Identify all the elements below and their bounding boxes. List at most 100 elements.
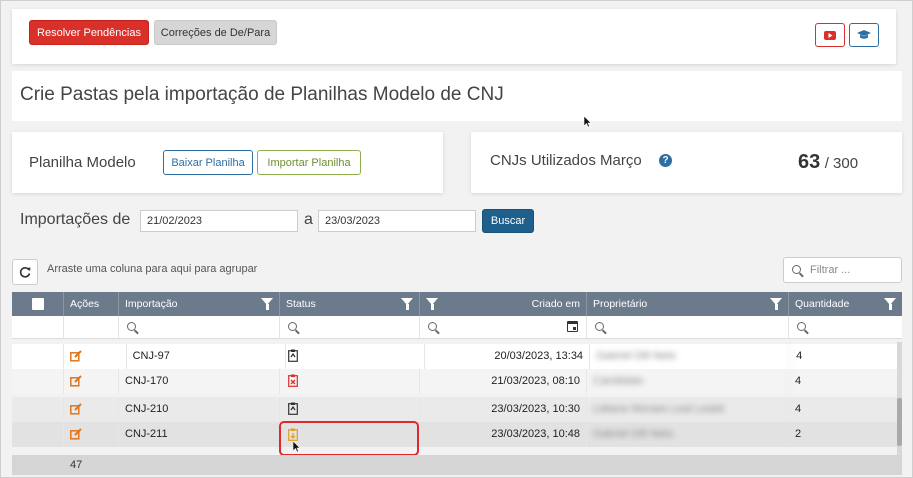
row-select-cell[interactable] (12, 422, 64, 447)
search-icon (792, 265, 801, 274)
search-icon (595, 322, 604, 331)
column-label-proprietario: Proprietário (593, 298, 648, 310)
filter-cell-status[interactable] (280, 316, 420, 339)
youtube-icon (824, 30, 836, 40)
filter-cell-proprietario[interactable] (587, 316, 789, 339)
status-clipboard-icon[interactable] (288, 402, 298, 415)
importacao-cell: CNJ-170 (119, 369, 280, 394)
status-error-icon[interactable] (288, 374, 298, 387)
group-hint: Arraste uma coluna para aqui para agrupa… (47, 263, 258, 275)
youtube-button[interactable] (815, 23, 845, 47)
scrollbar-thumb[interactable] (897, 398, 902, 446)
proprietario-cell: Candidato (587, 369, 789, 394)
column-header-proprietario[interactable]: Proprietário (587, 292, 789, 316)
row-select-cell[interactable] (12, 344, 64, 369)
criado-cell: 21/03/2023, 08:10 (420, 369, 587, 394)
page-title: Crie Pastas pela importação de Planilhas… (20, 84, 504, 105)
table-row[interactable]: CNJ-211 23/03/2023, 10:48 Gabriel Dill N… (12, 422, 902, 447)
proprietario-cell: Gabriel Dill Neto (590, 344, 791, 369)
column-header-acoes[interactable]: Ações (64, 292, 119, 316)
quantidade-cell: 2 (795, 428, 802, 440)
select-all-checkbox[interactable] (32, 298, 44, 310)
edit-icon[interactable] (70, 403, 82, 415)
usage-label: CNJs Utilizados Março (490, 152, 642, 169)
grid-filter-placeholder: Filtrar ... (810, 264, 851, 276)
filter-cell-empty (64, 316, 119, 339)
edit-icon[interactable] (70, 428, 82, 440)
importacao-cell: CNJ-97 (127, 344, 287, 369)
row-select-cell[interactable] (12, 369, 64, 394)
app-frame: Resolver Pendências Correções de De/Para… (0, 0, 913, 478)
total-count: 47 (70, 459, 83, 471)
column-header-importacao[interactable]: Importação (119, 292, 280, 316)
column-header-quantidade[interactable]: Quantidade (789, 292, 902, 316)
proprietario-cell: Gabriel Dill Neto (587, 422, 789, 447)
vertical-scrollbar[interactable] (897, 342, 902, 455)
row-select-cell[interactable] (12, 397, 64, 422)
column-label-quantidade: Quantidade (795, 298, 850, 310)
grid-filter-input[interactable]: Filtrar ... (783, 257, 902, 283)
quantidade-cell: 4 (795, 375, 802, 387)
refresh-icon (19, 267, 31, 278)
status-cell (280, 369, 420, 394)
grid-footer: 47 (12, 455, 902, 475)
filter-icon[interactable] (770, 298, 782, 310)
usage-total: / 300 (824, 155, 859, 172)
quantidade-cell: 4 (796, 350, 803, 362)
date-to-input[interactable]: 23/03/2023 (318, 210, 476, 232)
planilha-label: Planilha Modelo (29, 154, 136, 171)
column-label-criado: Criado em (531, 298, 580, 310)
help-icon[interactable]: ? (659, 154, 672, 167)
importacao-cell: CNJ-210 (119, 397, 280, 422)
column-label-acoes: Ações (70, 298, 100, 310)
search-icon (428, 322, 437, 331)
status-cell (286, 344, 425, 369)
usage-counter: 63 / 300 (798, 151, 858, 174)
table-row[interactable]: CNJ-97 20/03/2023, 13:34 Gabriel Dill Ne… (12, 344, 902, 369)
edit-icon[interactable] (70, 375, 82, 387)
status-cell (280, 397, 420, 422)
table-row[interactable]: CNJ-210 23/03/2023, 10:30 Lidiane Moraes… (12, 397, 902, 422)
download-sheet-button[interactable]: Baixar Planilha (163, 150, 253, 175)
search-icon (127, 322, 136, 331)
corrections-button[interactable]: Correções de De/Para (154, 20, 277, 45)
edit-icon[interactable] (70, 350, 82, 362)
import-sheet-button[interactable]: Importar Planilha (257, 150, 361, 175)
column-label-status: Status (286, 298, 316, 310)
filter-icon[interactable] (261, 298, 273, 310)
criado-cell: 23/03/2023, 10:30 (420, 397, 587, 422)
select-all-cell (12, 292, 64, 316)
mouse-cursor-icon (293, 441, 301, 453)
criado-cell: 20/03/2023, 13:34 (425, 344, 591, 369)
filter-cell-empty (12, 316, 64, 339)
mouse-cursor-icon (584, 116, 592, 128)
calendar-icon[interactable] (567, 321, 578, 332)
date-from-input[interactable]: 21/02/2023 (140, 210, 298, 232)
search-icon (288, 322, 297, 331)
importacao-cell: CNJ-211 (119, 422, 280, 447)
filter-icon[interactable] (884, 298, 896, 310)
graduation-cap-icon (857, 30, 871, 39)
grid-header: Ações Importação Status Criado em Propri… (12, 292, 902, 316)
refresh-button[interactable] (12, 259, 38, 285)
grid-filter-row (12, 316, 902, 339)
filter-cell-importacao[interactable] (119, 316, 280, 339)
filter-icon[interactable] (426, 298, 438, 310)
quantidade-cell: 4 (795, 403, 802, 415)
filter-cell-quantidade[interactable] (789, 316, 902, 339)
column-header-criado[interactable]: Criado em (420, 292, 587, 316)
usage-used: 63 (798, 151, 821, 173)
proprietario-cell: Lidiane Moraes Leal Lealst (587, 397, 789, 422)
search-button[interactable]: Buscar (482, 209, 534, 233)
criado-cell: 23/03/2023, 10:48 (420, 422, 587, 447)
search-icon (797, 322, 806, 331)
column-header-status[interactable]: Status (280, 292, 420, 316)
tutorial-button[interactable] (849, 23, 879, 47)
imports-label: Importações de (20, 211, 131, 228)
table-row[interactable]: CNJ-170 21/03/2023, 08:10 Candidato 4 (12, 369, 902, 394)
filter-icon[interactable] (401, 298, 413, 310)
column-label-importacao: Importação (125, 298, 178, 310)
filter-cell-criado[interactable] (420, 316, 587, 339)
status-clipboard-icon[interactable] (288, 349, 298, 362)
resolve-pendencies-button[interactable]: Resolver Pendências (29, 20, 149, 45)
